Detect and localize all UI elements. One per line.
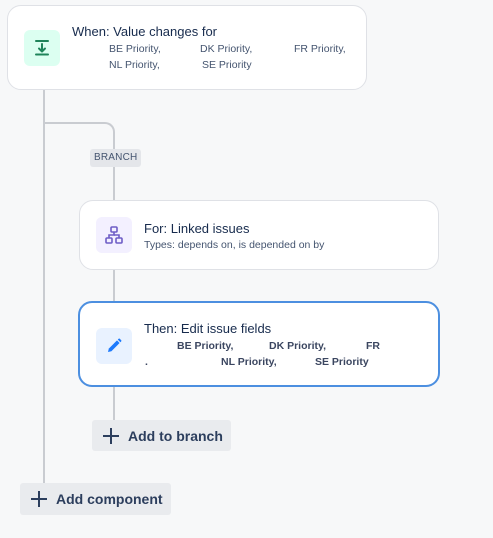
plus-icon bbox=[31, 491, 47, 507]
action-field: DK Priority, bbox=[269, 340, 326, 352]
action-field: FR bbox=[366, 340, 380, 352]
trigger-card[interactable]: When: Value changes for BE Priority, DK … bbox=[7, 5, 367, 90]
trigger-field: SE Priority bbox=[202, 59, 252, 71]
action-field: SE Priority bbox=[315, 356, 369, 368]
branch-connector-vertical-1 bbox=[113, 136, 115, 149]
trigger-field: DK Priority, bbox=[200, 43, 253, 55]
branch-connector-vertical-4 bbox=[113, 386, 115, 420]
trigger-field: NL Priority, bbox=[109, 59, 160, 71]
main-connector-line bbox=[43, 89, 45, 487]
action-title: Then: Edit issue fields bbox=[144, 321, 272, 336]
action-field: BE Priority, bbox=[177, 340, 234, 352]
edit-issue-action-card[interactable]: Then: Edit issue fields BE Priority, DK … bbox=[78, 301, 440, 387]
branch-connector-curve bbox=[95, 122, 115, 136]
plus-icon bbox=[103, 427, 119, 444]
add-component-label: Add component bbox=[56, 491, 163, 507]
pencil-edit-icon bbox=[96, 328, 132, 364]
branch-rule-card[interactable]: For: Linked issues Types: depends on, is… bbox=[79, 200, 439, 270]
branch-hierarchy-icon bbox=[96, 217, 132, 253]
trigger-field: FR Priority, bbox=[294, 43, 346, 55]
trigger-field: BE Priority, bbox=[109, 43, 161, 55]
branch-connector-vertical-2 bbox=[113, 167, 115, 201]
action-field: NL Priority, bbox=[221, 356, 277, 368]
branch-connector-vertical-3 bbox=[113, 269, 115, 302]
branch-card-title: For: Linked issues bbox=[144, 221, 250, 236]
add-component-button[interactable]: Add component bbox=[20, 483, 171, 515]
branch-label: BRANCH bbox=[90, 149, 142, 167]
value-change-trigger-icon bbox=[24, 30, 60, 66]
branch-card-subtitle: Types: depends on, is depended on by bbox=[144, 239, 325, 251]
trigger-title: When: Value changes for bbox=[72, 24, 218, 39]
action-field: . bbox=[145, 356, 148, 368]
add-to-branch-label: Add to branch bbox=[128, 427, 223, 444]
add-to-branch-button[interactable]: Add to branch bbox=[92, 420, 231, 451]
